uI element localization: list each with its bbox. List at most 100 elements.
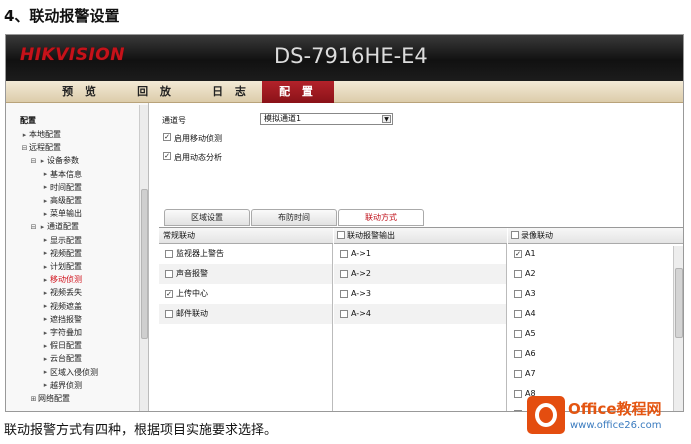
- sidebar-scroll-thumb[interactable]: [141, 189, 148, 339]
- tree-arrow-icon: ▸: [43, 262, 48, 271]
- alarm-output-checkbox[interactable]: [340, 270, 348, 278]
- channel-select[interactable]: 模拟通道1 ▼: [260, 113, 393, 125]
- tree-arrow-icon: ▸: [43, 302, 48, 311]
- sidebar-item[interactable]: ⊟ ▸ 通道配置: [29, 221, 79, 232]
- tab-playback[interactable]: 回 放: [116, 81, 196, 103]
- normal-linkage-checkbox[interactable]: [165, 310, 173, 318]
- record-linkage-checkbox[interactable]: [514, 290, 522, 298]
- brand-logo: HIKVISION: [20, 45, 125, 65]
- alarm-output-row: A->1: [334, 244, 506, 264]
- tree-arrow-icon: ▸: [43, 315, 48, 324]
- record-linkage-row: A2: [508, 264, 683, 284]
- sidebar-item-label: 移动侦测: [50, 275, 82, 285]
- enable-dynamic-checkbox[interactable]: ✓: [163, 152, 171, 160]
- collapse-icon[interactable]: ⊟: [29, 157, 38, 165]
- tree-arrow-icon: ▸: [43, 341, 48, 350]
- alarm-output-row: A->4: [334, 304, 506, 324]
- sidebar-item[interactable]: ▸ 遮挡报警: [41, 314, 82, 325]
- tab-preview[interactable]: 预 览: [46, 81, 116, 103]
- sidebar-item[interactable]: ▸ 假日配置: [41, 340, 82, 351]
- enable-motion-checkbox[interactable]: ✓: [163, 133, 171, 141]
- enable-dynamic-label: 启用动态分析: [174, 153, 222, 162]
- record-linkage-label: A3: [525, 289, 536, 298]
- tree-arrow-icon: ▸: [40, 222, 45, 231]
- record-linkage-checkbox[interactable]: [514, 370, 522, 378]
- chevron-down-icon[interactable]: ▼: [382, 115, 391, 123]
- sidebar-item[interactable]: ▸ 高级配置: [41, 195, 82, 206]
- sidebar-item[interactable]: ⊟ ▸ 设备参数: [29, 155, 79, 166]
- tree-arrow-icon: ▸: [22, 130, 27, 139]
- record-linkage-checkbox[interactable]: [514, 390, 522, 398]
- alarm-output-header: 联动报警输出: [334, 228, 507, 244]
- normal-linkage-checkbox[interactable]: ✓: [165, 290, 173, 298]
- record-linkage-select-all[interactable]: [511, 231, 519, 239]
- alarm-output-checkbox[interactable]: [340, 250, 348, 258]
- normal-linkage-checkbox[interactable]: [165, 250, 173, 258]
- record-linkage-checkbox[interactable]: [514, 310, 522, 318]
- sidebar-item[interactable]: ⊟ 远程配置: [20, 142, 61, 153]
- enable-motion-label: 启用移动侦测: [174, 134, 222, 143]
- alarm-output-checkbox[interactable]: [340, 290, 348, 298]
- normal-linkage-column: 常规联动 监视器上警告 声音报警 ✓ 上传中心 邮件联动: [159, 228, 333, 411]
- channel-select-value: 模拟通道1: [264, 114, 302, 123]
- tab-config[interactable]: 配 置: [262, 81, 334, 103]
- sidebar-item[interactable]: ▸ 视频遮盖: [41, 301, 82, 312]
- sidebar-item[interactable]: ▸ 时间配置: [41, 182, 82, 193]
- sidebar-item[interactable]: ▸ 区域入侵侦测: [41, 367, 98, 378]
- tab-log[interactable]: 日 志: [196, 81, 266, 103]
- sidebar-item[interactable]: ▸ 云台配置: [41, 353, 82, 364]
- normal-linkage-row: ✓ 上传中心: [159, 284, 332, 304]
- sidebar-scrollbar[interactable]: [139, 105, 148, 411]
- record-linkage-checkbox[interactable]: ✓: [514, 250, 522, 258]
- sidebar-item[interactable]: ▸ 越界侦测: [41, 380, 82, 391]
- sidebar-item-label: 显示配置: [50, 235, 82, 245]
- sidebar-title: 配置: [20, 116, 36, 125]
- sidebar-item-label: 视频遮盖: [50, 301, 82, 311]
- sidebar-item[interactable]: ▸ 菜单输出: [41, 208, 82, 219]
- record-linkage-row: A4: [508, 304, 683, 324]
- sidebar-item-label: 网络配置: [38, 394, 70, 403]
- tab-arming-schedule[interactable]: 布防时间: [251, 209, 337, 226]
- record-linkage-checkbox[interactable]: [514, 270, 522, 278]
- normal-linkage-label: 上传中心: [176, 289, 208, 298]
- sidebar-item[interactable]: ▸ 基本信息: [41, 169, 82, 180]
- tree-arrow-icon: ▸: [43, 236, 48, 245]
- record-linkage-row: A5: [508, 324, 683, 344]
- tab-area-settings[interactable]: 区域设置: [164, 209, 250, 226]
- sidebar-item-label: 本地配置: [29, 130, 61, 139]
- sidebar-item[interactable]: ▸ 显示配置: [41, 235, 82, 246]
- alarm-output-row: A->2: [334, 264, 506, 284]
- normal-linkage-label: 监视器上警告: [176, 249, 224, 258]
- record-linkage-checkbox[interactable]: [514, 350, 522, 358]
- expand-icon[interactable]: ⊞: [29, 395, 38, 403]
- sidebar-item[interactable]: ▸ 字符叠加: [41, 327, 82, 338]
- record-linkage-row: A6: [508, 344, 683, 364]
- collapse-icon[interactable]: ⊟: [20, 144, 29, 152]
- sidebar-item-label: 通道配置: [47, 222, 79, 232]
- sidebar-item[interactable]: ⊞ 网络配置: [29, 393, 70, 404]
- sidebar-item[interactable]: ▸ 本地配置: [20, 129, 61, 140]
- sidebar-item-label: 云台配置: [50, 354, 82, 364]
- record-linkage-row: A7: [508, 364, 683, 384]
- normal-linkage-row: 邮件联动: [159, 304, 332, 324]
- alarm-output-select-all[interactable]: [337, 231, 345, 239]
- sidebar-item-label: 区域入侵侦测: [50, 367, 98, 377]
- sidebar-item[interactable]: ▸ 视频丢失: [41, 287, 82, 298]
- tab-linkage-method[interactable]: 联动方式: [338, 209, 424, 226]
- record-linkage-checkbox[interactable]: [514, 410, 522, 411]
- linkage-scrollbar[interactable]: [673, 246, 683, 411]
- sidebar-item[interactable]: ▸ 视频配置: [41, 248, 82, 259]
- alarm-output-checkbox[interactable]: [340, 310, 348, 318]
- record-linkage-row: ✓ A1: [508, 244, 683, 264]
- sidebar-item[interactable]: ▸ 计划配置: [41, 261, 82, 272]
- config-sidebar: 配置 ▸ 本地配置 ⊟ 远程配置 ⊟ ▸ 设备参数 ▸ 基本信息 ▸ 时间配置 ▸ 高级配置 ▸ 菜单输出 ⊟…: [6, 103, 149, 411]
- watermark: Office教程网 www.office26.com: [527, 394, 689, 440]
- normal-linkage-checkbox[interactable]: [165, 270, 173, 278]
- record-linkage-checkbox[interactable]: [514, 330, 522, 338]
- linkage-scroll-thumb[interactable]: [675, 268, 683, 338]
- collapse-icon[interactable]: ⊟: [29, 223, 38, 231]
- sidebar-item-label: 计划配置: [50, 262, 82, 271]
- sidebar-item-label: 视频丢失: [50, 288, 82, 298]
- tree-arrow-icon: ▸: [43, 288, 48, 297]
- sidebar-item[interactable]: ▸ 移动侦测: [41, 274, 82, 285]
